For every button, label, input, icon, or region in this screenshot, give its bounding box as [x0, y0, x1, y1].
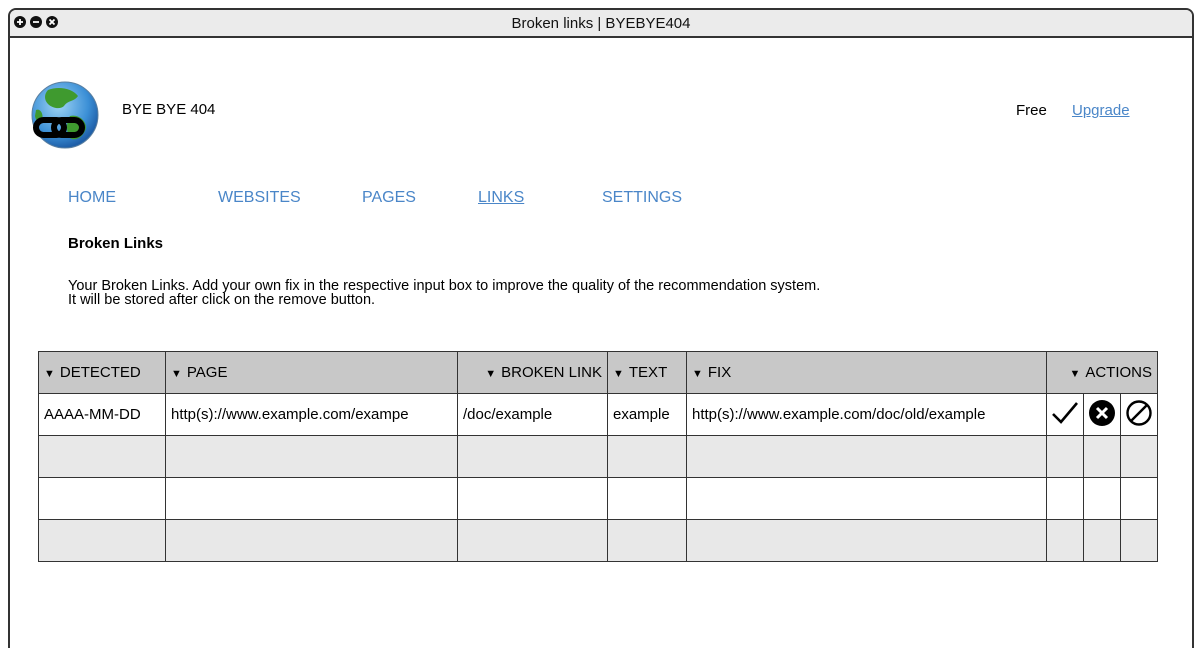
- sort-caret-icon: ▼: [171, 368, 182, 380]
- empty-cell: [686, 435, 1047, 478]
- empty-cell: [457, 435, 608, 478]
- globe-link-logo-icon: [30, 80, 100, 150]
- app-window: Broken links | BYEBYE404 BYE BYE 404 Fre…: [8, 8, 1194, 648]
- window-title: Broken links | BYEBYE404: [511, 15, 691, 32]
- column-header-text[interactable]: ▼ TEXT: [607, 351, 687, 394]
- column-label: PAGE: [186, 364, 228, 381]
- empty-cell: [165, 477, 458, 520]
- empty-cell: [38, 435, 166, 478]
- empty-cell: [1119, 477, 1159, 520]
- cell-page: http(s)://www.example.com/exampe: [165, 393, 458, 436]
- column-label: TEXT: [628, 364, 668, 381]
- empty-cell: [686, 477, 1047, 520]
- nav-pages[interactable]: PAGES: [362, 189, 416, 207]
- remove-button[interactable]: [1083, 393, 1121, 436]
- empty-cell: [1083, 519, 1121, 562]
- ignore-icon: [1126, 399, 1152, 426]
- cell-text: example: [607, 393, 687, 436]
- nav-websites[interactable]: WEBSITES: [218, 189, 301, 207]
- column-label: FIX: [707, 364, 732, 381]
- sort-caret-icon: ▼: [44, 368, 55, 380]
- check-icon: [1052, 401, 1078, 424]
- empty-cell: [165, 435, 458, 478]
- ignore-button[interactable]: [1119, 393, 1159, 436]
- page-description: Your Broken Links. Add your own fix in t…: [68, 278, 1068, 308]
- plan-label: Free: [1016, 102, 1047, 119]
- empty-cell: [607, 477, 687, 520]
- empty-cell: [1046, 519, 1084, 562]
- cell-broken-link: /doc/example: [457, 393, 608, 436]
- page-title: Broken Links: [68, 235, 164, 252]
- title-bar: Broken links | BYEBYE404: [10, 10, 1192, 38]
- column-header-page[interactable]: ▼ PAGE: [165, 351, 458, 394]
- column-header-fix[interactable]: ▼ FIX: [686, 351, 1047, 394]
- sort-caret-icon: ▼: [692, 368, 703, 380]
- column-header-detected[interactable]: ▼ DETECTED: [38, 351, 166, 394]
- column-label: ACTIONS: [1085, 364, 1153, 381]
- description-line: It will be stored after click on the rem…: [68, 292, 376, 308]
- empty-cell: [1046, 435, 1084, 478]
- empty-cell: [38, 477, 166, 520]
- description-line: Your Broken Links. Add your own fix in t…: [68, 278, 821, 294]
- empty-cell: [457, 477, 608, 520]
- sort-caret-icon: ▼: [1069, 368, 1081, 380]
- nav-home[interactable]: HOME: [68, 189, 116, 207]
- column-header-actions[interactable]: ▼ ACTIONS: [1045, 351, 1159, 394]
- table-row: [38, 435, 1159, 478]
- empty-cell: [38, 519, 166, 562]
- upgrade-link[interactable]: Upgrade: [1072, 102, 1130, 119]
- empty-cell: [1046, 477, 1084, 520]
- empty-cell: [457, 519, 608, 562]
- empty-cell: [686, 519, 1047, 562]
- column-header-broken-link[interactable]: ▼ BROKEN LINK: [457, 351, 608, 394]
- empty-cell: [1083, 477, 1121, 520]
- empty-cell: [607, 435, 687, 478]
- nav-links[interactable]: LINKS: [478, 189, 524, 207]
- accept-button[interactable]: [1046, 393, 1084, 436]
- brand-name: BYE BYE 404: [122, 101, 216, 118]
- sort-caret-icon: ▼: [613, 368, 624, 380]
- table-row: [38, 519, 1159, 562]
- table-row: [38, 477, 1159, 520]
- empty-cell: [165, 519, 458, 562]
- cell-fix[interactable]: http(s)://www.example.com/doc/old/exampl…: [686, 393, 1047, 436]
- nav-settings[interactable]: SETTINGS: [602, 189, 682, 207]
- broken-links-table: ▼ DETECTED ▼ PAGE ▼ BROKEN LINK ▼ TEXT ▼ FIX …: [38, 351, 1159, 562]
- cell-detected: AAAA-MM-DD: [38, 393, 166, 436]
- remove-circle-icon: [1089, 399, 1115, 426]
- empty-cell: [1119, 435, 1159, 478]
- empty-cell: [1083, 435, 1121, 478]
- column-label: BROKEN LINK: [501, 364, 602, 381]
- table-row: AAAA-MM-DD http(s)://www.example.com/exa…: [38, 393, 1159, 436]
- empty-cell: [1119, 519, 1159, 562]
- empty-cell: [607, 519, 687, 562]
- column-label: DETECTED: [59, 364, 141, 381]
- sort-caret-icon: ▼: [485, 368, 497, 380]
